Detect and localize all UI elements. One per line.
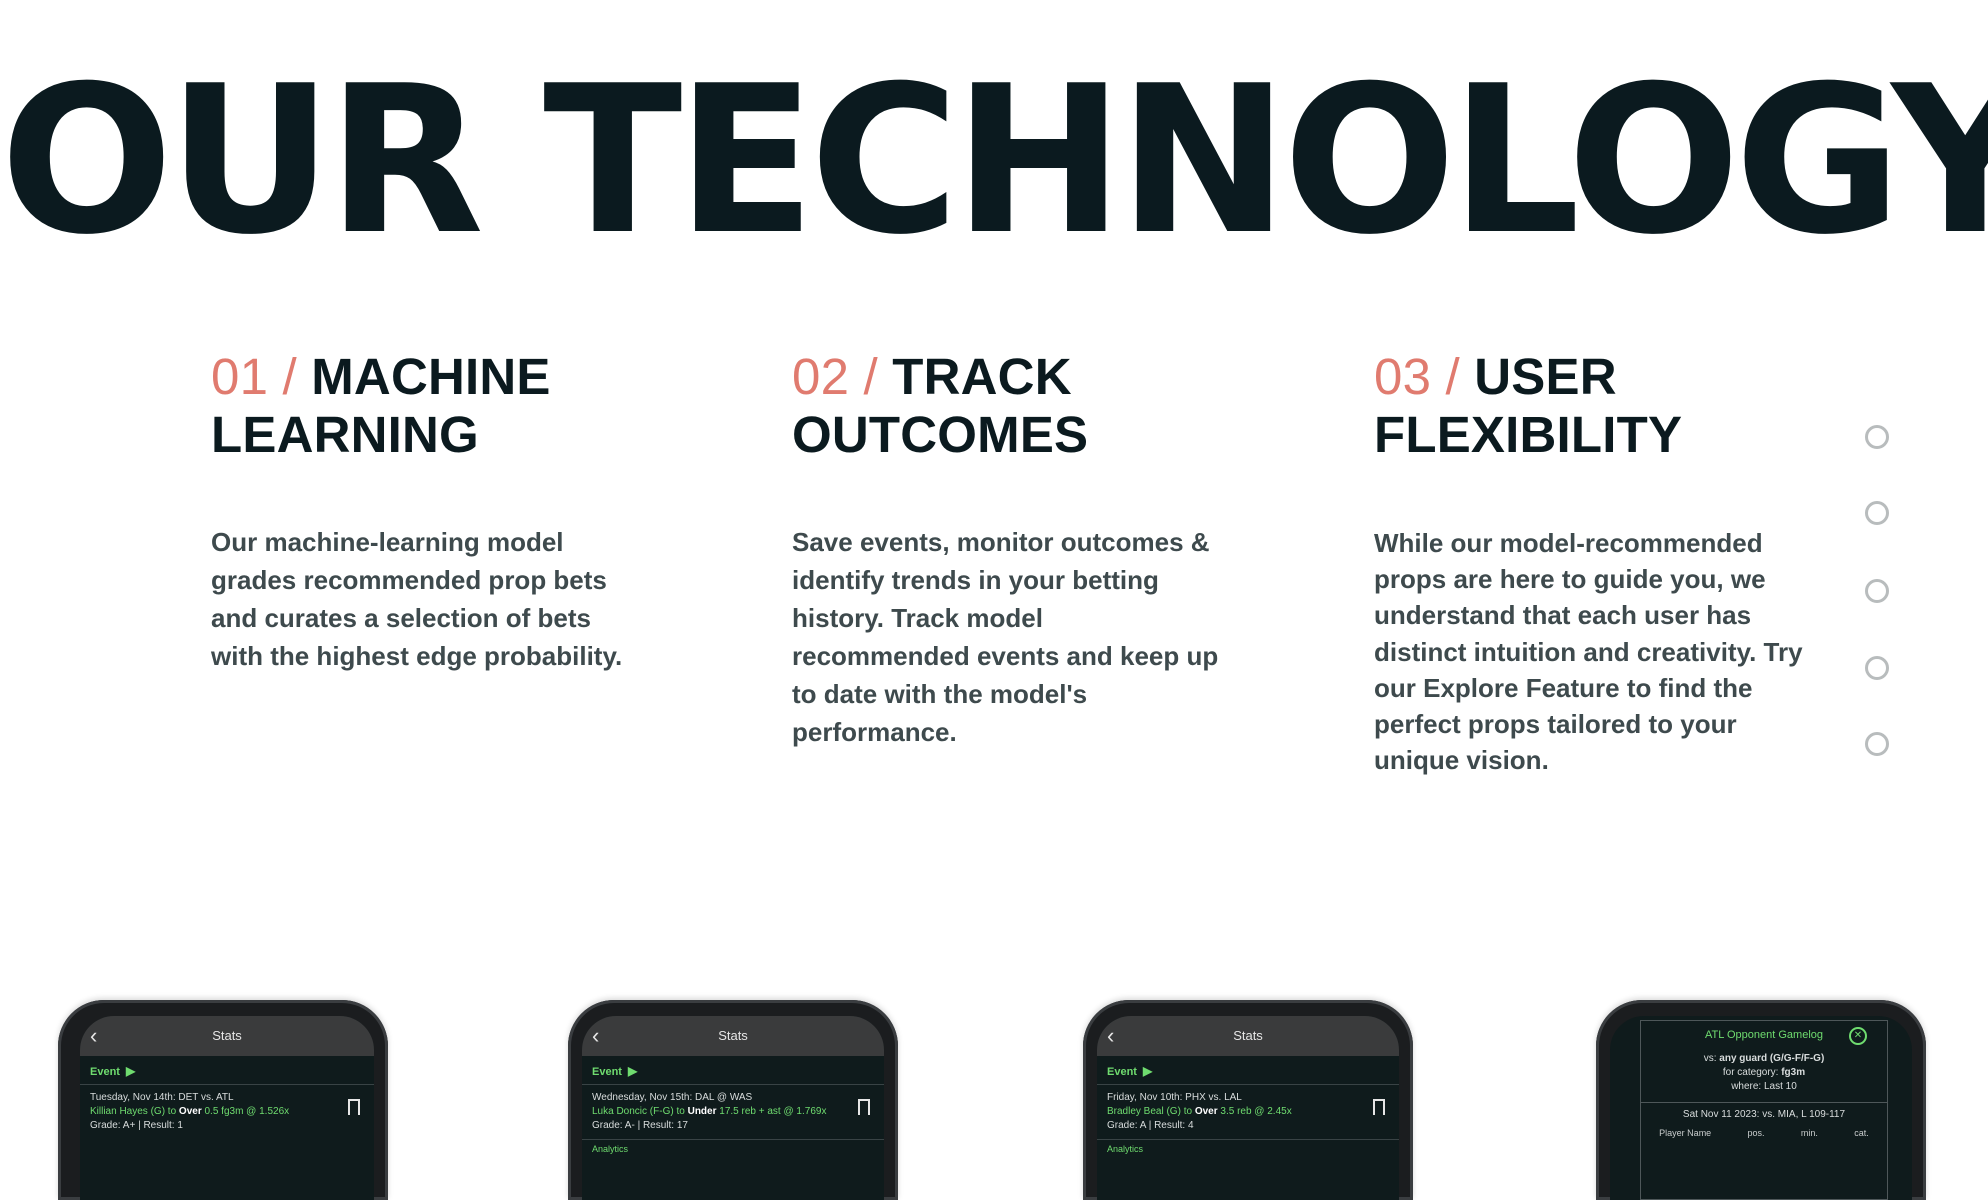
bookmark-icon[interactable] [348,1099,360,1115]
feature-number: 02 / [792,348,878,405]
page-title: OUR TECHNOLOGY [0,43,1988,280]
modal-category: for category: fg3m [1722,1067,1806,1078]
analytics-section: Analytics [582,1139,884,1158]
back-chevron-icon[interactable]: ‹ [592,1016,599,1056]
slider-dot-2[interactable] [1865,501,1889,525]
play-icon: ▶ [125,1064,136,1078]
event-detail: Wednesday, Nov 15th: DAL @ WAS Luka Donc… [582,1085,884,1139]
phone-screen: ‹ Stats Event ▶ Wednesday, Nov 15th: DAL … [582,1016,884,1200]
event-label: Event [90,1066,120,1078]
play-icon: ▶ [1142,1064,1153,1078]
modal-vs: vs: any guard (G/G-F/F-G) [1703,1053,1825,1064]
feature-machine-learning: 01 / MACHINE LEARNING Our machine-learni… [211,348,691,671]
feature-description: Our machine-learning model grades recomm… [211,527,623,671]
event-detail: Tuesday, Nov 14th: DET vs. ATL Killian H… [80,1085,374,1139]
phone-mockup-2: ‹ Stats Event ▶ Wednesday, Nov 15th: DAL … [568,1000,898,1200]
back-chevron-icon[interactable]: ‹ [1107,1016,1114,1056]
phone-header: ‹ Stats [1097,1016,1399,1056]
phone-header-title: Stats [212,1028,242,1043]
phone-header: ‹ Stats [80,1016,374,1056]
analytics-section: Analytics [1097,1139,1399,1158]
feature-description: Save events, monitor outcomes & identify… [792,527,1219,747]
event-grade: Grade: A+ | Result: 1 [90,1120,183,1131]
event-row[interactable]: Event ▶ [80,1056,374,1085]
phone-screen: ATL Opponent Gamelog ✕ vs: any guard (G/… [1610,1016,1912,1200]
event-label: Event [592,1066,622,1078]
feature-heading: 01 / MACHINE LEARNING [211,348,691,464]
feature-heading: 03 / USER FLEXIBILITY [1374,348,1854,464]
feature-number: 03 / [1374,348,1460,405]
gamelog-modal: ATL Opponent Gamelog ✕ vs: any guard (G/… [1640,1020,1888,1200]
feature-title-line1: MACHINE [311,348,551,405]
close-icon[interactable]: ✕ [1849,1027,1867,1045]
feature-title-line2: LEARNING [211,406,479,463]
event-prop: Luka Doncic (F-G) to Under 17.5 reb + as… [592,1106,827,1117]
col-min: min. [1800,1128,1818,1138]
event-prop: Bradley Beal (G) to Over 3.5 reb @ 2.45x [1107,1106,1292,1117]
slider-dot-1[interactable] [1865,425,1889,449]
col-pos: pos. [1747,1128,1765,1138]
event-prop: Killian Hayes (G) to Over 0.5 fg3m @ 1.5… [90,1106,290,1117]
back-chevron-icon[interactable]: ‹ [90,1016,97,1056]
bookmark-icon[interactable] [1373,1099,1385,1115]
event-grade: Grade: A | Result: 4 [1107,1120,1194,1131]
feature-title-line2: OUTCOMES [792,406,1089,463]
slider-dot-5[interactable] [1865,732,1889,756]
feature-track-outcomes: 02 / TRACK OUTCOMES Save events, monitor… [792,348,1272,747]
feature-description: While our model-recommended props are he… [1374,528,1803,776]
phone-mockup-3: ‹ Stats Event ▶ Friday, Nov 10th: PHX vs.… [1083,1000,1413,1200]
event-row[interactable]: Event ▶ [582,1056,884,1085]
event-grade: Grade: A- | Result: 17 [592,1120,688,1131]
phone-header-title: Stats [1233,1028,1263,1043]
feature-title-line1: TRACK [892,348,1072,405]
phone-mockup-4: ATL Opponent Gamelog ✕ vs: any guard (G/… [1596,1000,1926,1200]
phone-screen: ‹ Stats Event ▶ Tuesday, Nov 14th: DET vs… [80,1016,374,1200]
event-row[interactable]: Event ▶ [1097,1056,1399,1085]
event-date: Friday, Nov 10th: PHX vs. LAL [1107,1092,1242,1103]
event-date: Wednesday, Nov 15th: DAL @ WAS [592,1092,753,1103]
phone-mockup-1: ‹ Stats Event ▶ Tuesday, Nov 14th: DET vs… [58,1000,388,1200]
feature-heading: 02 / TRACK OUTCOMES [792,348,1272,464]
slider-dot-4[interactable] [1865,656,1889,680]
phone-screen: ‹ Stats Event ▶ Friday, Nov 10th: PHX vs.… [1097,1016,1399,1200]
col-player-name: Player Name [1659,1128,1712,1138]
col-cat: cat. [1854,1128,1869,1138]
play-icon: ▶ [627,1064,638,1078]
phone-header: ‹ Stats [582,1016,884,1056]
modal-where: where: Last 10 [1731,1081,1797,1092]
slider-dot-3[interactable] [1865,579,1889,603]
feature-number: 01 / [211,348,297,405]
bookmark-icon[interactable] [858,1099,870,1115]
modal-game: Sat Nov 11 2023: vs. MIA, L 109-117 [1641,1102,1887,1120]
feature-title-line1: USER [1474,348,1617,405]
phone-header-title: Stats [718,1028,748,1043]
feature-user-flexibility: 03 / USER FLEXIBILITY While our model-re… [1374,348,1854,775]
gamelog-table-header: Player Name pos. min. cat. [1641,1128,1887,1138]
event-date: Tuesday, Nov 14th: DET vs. ATL [90,1092,234,1103]
feature-title-line2: FLEXIBILITY [1374,406,1683,463]
event-detail: Friday, Nov 10th: PHX vs. LAL Bradley Be… [1097,1085,1399,1139]
event-label: Event [1107,1066,1137,1078]
